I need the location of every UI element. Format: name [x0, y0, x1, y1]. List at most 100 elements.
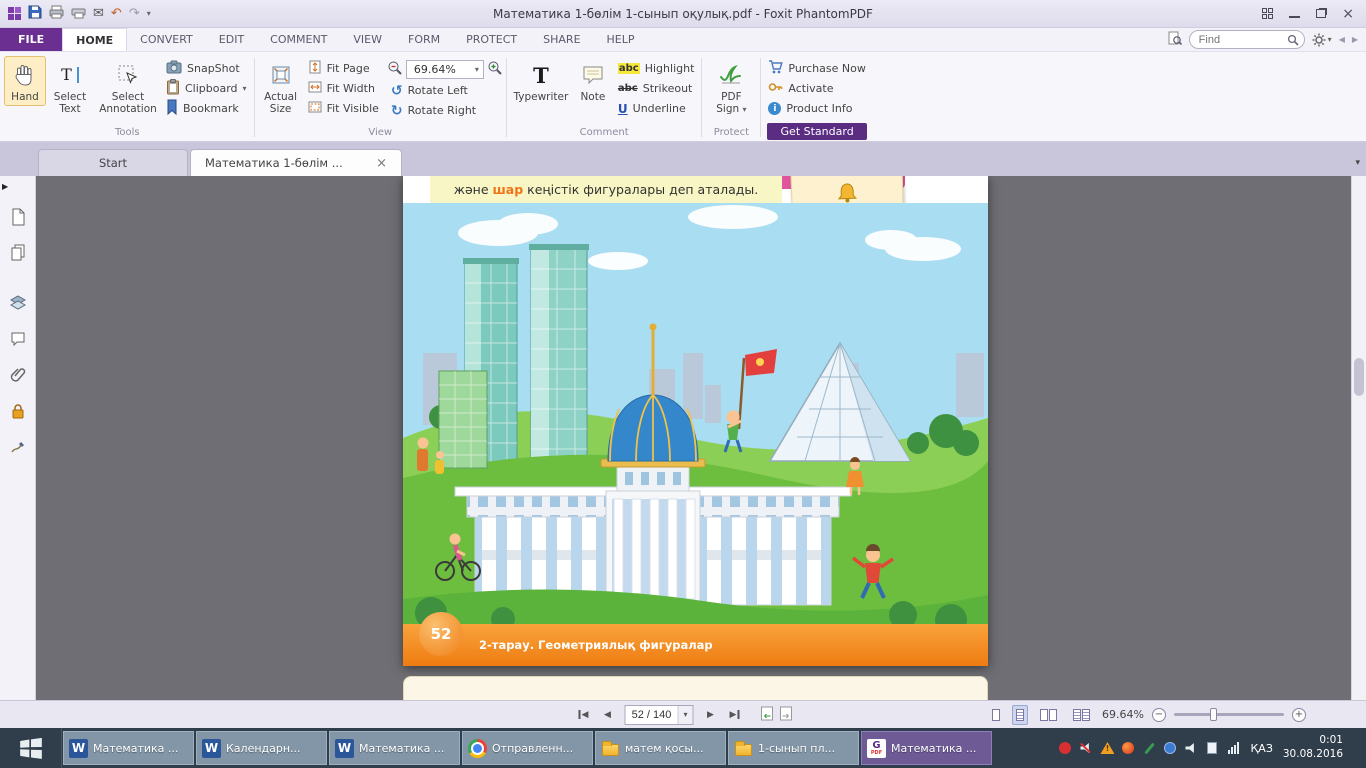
note-button[interactable]: Note [572, 56, 614, 106]
quick-print-icon[interactable] [71, 5, 86, 22]
bookmarks-panel-icon[interactable] [7, 207, 29, 227]
clock[interactable]: 0:01 30.08.2016 [1283, 734, 1343, 761]
taskbar-item-folder-1[interactable]: матем қосы... [595, 731, 726, 765]
typewriter-button[interactable]: T Typewriter [510, 56, 572, 106]
security-panel-icon[interactable] [7, 401, 29, 421]
actual-size-button[interactable]: Actual Size [258, 56, 304, 119]
fit-visible-button[interactable]: Fit Visible [304, 99, 383, 118]
select-text-button[interactable]: T Select Text [46, 56, 94, 119]
find-next-icon[interactable]: ▶ [1352, 35, 1358, 44]
purchase-now-button[interactable]: Purchase Now [764, 59, 869, 78]
network-signal-icon[interactable] [1226, 741, 1240, 755]
tab-form[interactable]: FORM [395, 28, 453, 51]
activate-button[interactable]: Activate [764, 79, 869, 98]
find-document-icon[interactable] [1168, 31, 1182, 48]
first-page-button[interactable]: ◀ [574, 705, 594, 725]
taskbar-item-word-2[interactable]: W Календарн... [196, 731, 327, 765]
doc-tab-current[interactable]: Математика 1-бөлім ... × [190, 149, 402, 176]
blue-app-icon[interactable] [1163, 741, 1177, 755]
find-input[interactable] [1199, 34, 1287, 46]
taskbar-item-word-1[interactable]: W Математика ... [63, 731, 194, 765]
scrollbar-thumb[interactable] [1354, 358, 1364, 396]
zoom-slider-thumb[interactable] [1210, 708, 1217, 721]
minimize-button[interactable] [1289, 9, 1300, 18]
qat-customize-caret-icon[interactable]: ▾ [147, 9, 151, 18]
start-button[interactable] [0, 728, 62, 768]
pages-panel-icon[interactable] [7, 243, 29, 263]
find-previous-icon[interactable]: ◀ [1339, 35, 1345, 44]
layers-panel-icon[interactable] [7, 293, 29, 313]
doc-tab-start[interactable]: Start [38, 149, 188, 176]
warning-icon[interactable]: ! [1100, 741, 1114, 755]
clipboard-button[interactable]: Clipboard ▾ [162, 79, 251, 98]
ui-options-icon[interactable] [1262, 8, 1273, 19]
zoom-slider[interactable] [1174, 713, 1284, 716]
vertical-scrollbar[interactable] [1351, 176, 1366, 700]
speaker-icon[interactable] [1184, 741, 1198, 755]
bookmark-button[interactable]: Bookmark [162, 99, 251, 118]
taskbar-item-folder-2[interactable]: 1-сынып пл... [728, 731, 859, 765]
single-page-view-icon[interactable] [988, 705, 1004, 725]
pen-tool-icon[interactable] [1142, 741, 1156, 755]
taskbar-item-chrome[interactable]: Отправленн... [462, 731, 593, 765]
doc-tab-close-icon[interactable]: × [376, 156, 387, 171]
tab-help[interactable]: HELP [594, 28, 648, 51]
rotate-left-button[interactable]: ↺ Rotate Left [387, 81, 503, 100]
undo-icon[interactable]: ↶ [111, 6, 122, 21]
antivirus-ball-icon[interactable] [1121, 741, 1135, 755]
tab-edit[interactable]: EDIT [206, 28, 257, 51]
previous-view-icon[interactable] [761, 706, 774, 724]
tab-share[interactable]: SHARE [530, 28, 593, 51]
language-indicator[interactable]: ҚАЗ [1250, 742, 1272, 755]
continuous-facing-view-icon[interactable] [1069, 705, 1094, 725]
restore-button[interactable] [1316, 9, 1326, 18]
muted-speaker-icon[interactable] [1079, 741, 1093, 755]
tab-comment[interactable]: COMMENT [257, 28, 340, 51]
underline-button[interactable]: U Underline [614, 99, 699, 118]
expand-panel-icon[interactable]: ▶ [2, 182, 8, 191]
find-options-gear-icon[interactable]: ▾ [1312, 33, 1332, 47]
comments-panel-icon[interactable] [7, 329, 29, 349]
facing-view-icon[interactable] [1036, 705, 1061, 725]
next-view-icon[interactable] [780, 706, 793, 724]
snapshot-button[interactable]: SnapShot [162, 59, 251, 78]
product-info-button[interactable]: i Product Info [764, 99, 869, 118]
signature-panel-icon[interactable] [7, 437, 29, 457]
strikeout-button[interactable]: abc Strikeout [614, 79, 699, 98]
attachments-panel-icon[interactable] [7, 365, 29, 385]
tab-protect[interactable]: PROTECT [453, 28, 530, 51]
tab-file[interactable]: FILE [0, 28, 62, 51]
select-annotation-button[interactable]: Select Annotation [94, 56, 162, 119]
previous-page-button[interactable]: ◀ [598, 705, 618, 725]
zoom-out-button[interactable]: − [1152, 708, 1166, 722]
hand-tool-button[interactable]: Hand [4, 56, 46, 106]
fit-page-button[interactable]: Fit Page [304, 59, 383, 78]
rotate-right-button[interactable]: ↻ Rotate Right [387, 101, 503, 120]
highlight-button[interactable]: abc Highlight [614, 59, 699, 78]
pdf-sign-button[interactable]: PDF Sign ▾ [705, 56, 757, 119]
app-menu-icon[interactable] [8, 7, 21, 20]
tab-list-caret-icon[interactable]: ▾ [1355, 158, 1360, 168]
fit-width-button[interactable]: Fit Width [304, 79, 383, 98]
next-page-button[interactable]: ▶ [701, 705, 721, 725]
tab-view[interactable]: VIEW [340, 28, 395, 51]
zoom-in-icon[interactable] [487, 60, 503, 79]
zoom-out-icon[interactable] [387, 60, 403, 79]
save-icon[interactable] [28, 5, 42, 22]
zoom-level-combo[interactable]: 69.64% ▾ [406, 60, 484, 79]
page-number-input[interactable] [626, 709, 678, 721]
close-button[interactable]: × [1342, 7, 1354, 21]
zoom-in-button[interactable]: + [1292, 708, 1306, 722]
document-tray-icon[interactable] [1205, 741, 1219, 755]
taskbar-item-foxit[interactable]: GPDF Математика ... [861, 731, 992, 765]
taskbar-item-word-3[interactable]: W Математика ... [329, 731, 460, 765]
email-icon[interactable]: ✉ [93, 6, 104, 21]
red-status-icon[interactable] [1058, 741, 1072, 755]
tab-convert[interactable]: CONVERT [127, 28, 206, 51]
print-icon[interactable] [49, 5, 64, 22]
tab-home[interactable]: HOME [62, 28, 127, 51]
continuous-view-icon[interactable] [1012, 705, 1028, 725]
search-icon[interactable] [1287, 34, 1299, 46]
last-page-button[interactable]: ▶ [725, 705, 745, 725]
redo-icon[interactable]: ↷ [129, 6, 140, 21]
